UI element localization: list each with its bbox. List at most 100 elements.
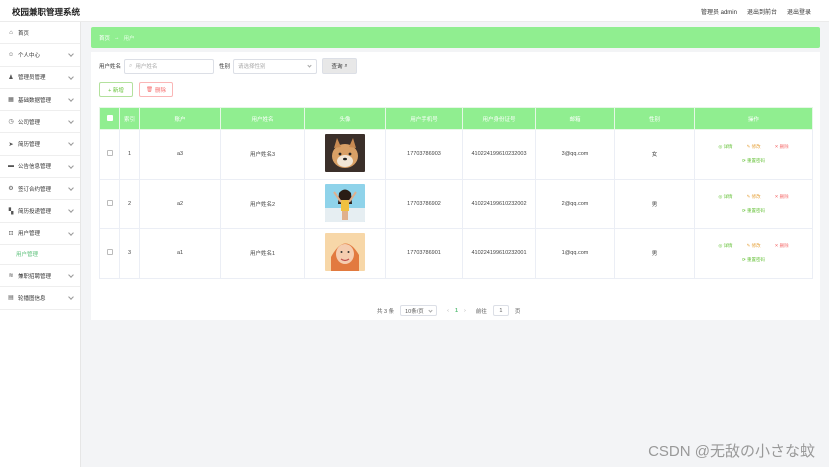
top-bar: 校园兼职管理系统 管理员 admin 退出到前台 退出登录 bbox=[0, 0, 829, 22]
column-header: 操作 bbox=[694, 107, 813, 130]
delete-button[interactable]: 🗑 删除 bbox=[139, 82, 173, 97]
reset-password-button[interactable]: ⟳ 重置密码 bbox=[742, 208, 765, 214]
edit-button[interactable]: ✎ 修改 bbox=[747, 144, 761, 150]
cell-gender: 男 bbox=[614, 228, 695, 279]
action-buttons: + 新增 🗑 删除 bbox=[99, 82, 173, 97]
sidebar-item[interactable]: ⊡ 用户管理 bbox=[0, 223, 80, 245]
cell-avatar bbox=[304, 129, 386, 180]
prev-page-button[interactable]: ‹ bbox=[447, 308, 449, 314]
sidebar-item-label: 兼职招聘管理 bbox=[18, 273, 52, 280]
sidebar-subitem-active[interactable]: 用户管理 bbox=[0, 245, 80, 265]
column-header: 用户姓名 bbox=[220, 107, 305, 130]
search-button[interactable]: 查询 ⌕ bbox=[322, 58, 358, 74]
detail-button[interactable]: ◎ 详情 bbox=[718, 243, 732, 249]
sidebar-item-label: 简历管理 bbox=[18, 142, 41, 149]
search-icon: ⌕ bbox=[344, 62, 348, 69]
sidebar-item-label: 首页 bbox=[18, 30, 30, 37]
detail-button-label: 详情 bbox=[723, 144, 733, 150]
sidebar-item[interactable]: ≋ 兼职招聘管理 bbox=[0, 265, 80, 288]
sidebar-item[interactable]: ☺ 个人中心 bbox=[0, 44, 80, 67]
remove-button[interactable]: ✕ 删除 bbox=[775, 194, 789, 200]
sidebar-item-label: 个人中心 bbox=[18, 52, 41, 59]
sidebar-item[interactable]: ♟ 管理员管理 bbox=[0, 67, 80, 89]
gender-select[interactable]: 请选择性别 bbox=[233, 58, 318, 74]
table-header-row: 索引 账户 用户姓名 头像 用户手机号 用户身份证号 邮箱 性别 操作 bbox=[99, 107, 813, 130]
sidebar-item-label: 简历投递管理 bbox=[18, 209, 52, 216]
search-button-label: 查询 bbox=[331, 64, 343, 70]
sidebar-item[interactable]: ▬ 公告信息管理 bbox=[0, 156, 80, 179]
notice-icon: ▬ bbox=[8, 163, 14, 170]
checkbox-icon bbox=[106, 249, 113, 256]
column-header: 性别 bbox=[614, 107, 695, 130]
edit-button-label: 修改 bbox=[751, 193, 761, 199]
grid-icon: ▚ bbox=[8, 208, 14, 215]
edit-button-label: 修改 bbox=[751, 243, 761, 249]
page-size-select[interactable]: 10条/页 bbox=[400, 305, 438, 316]
database-icon: ▦ bbox=[8, 97, 14, 104]
breadcrumb-home[interactable]: 首页 bbox=[99, 34, 110, 42]
cell-account: a2 bbox=[139, 178, 221, 229]
name-search-input[interactable]: ⌕ 用户姓名 bbox=[124, 58, 215, 74]
goto-page-value: 1 bbox=[499, 307, 503, 314]
next-page-button[interactable]: › bbox=[464, 308, 466, 314]
goto-unit: 页 bbox=[514, 308, 521, 315]
cell-phone: 17703786901 bbox=[385, 228, 463, 279]
cell-avatar bbox=[304, 228, 386, 279]
sidebar-item[interactable]: ◷ 公司管理 bbox=[0, 111, 80, 134]
sidebar-item[interactable]: ▦ 基础数据管理 bbox=[0, 89, 80, 112]
content-panel: 用户姓名 ⌕ 用户姓名 性别 请选择性别 查询 ⌕ + 新增 🗑 删除 索引 账… bbox=[91, 52, 820, 320]
cell-operations: ◎ 详情 ✎ 修改 ✕ 删除 ⟳ 重置密码 bbox=[694, 129, 813, 180]
reset-password-button-label: 重置密码 bbox=[747, 257, 766, 263]
detail-button[interactable]: ◎ 详情 bbox=[718, 144, 732, 150]
chevron-down-icon bbox=[68, 272, 74, 278]
sidebar-item[interactable]: ▚ 简历投递管理 bbox=[0, 200, 80, 223]
remove-button-label: 删除 bbox=[779, 144, 789, 150]
row-checkbox[interactable] bbox=[99, 228, 120, 279]
sidebar-item[interactable]: ▤ 轮播图信息 bbox=[0, 287, 80, 310]
reset-password-button[interactable]: ⟳ 重置密码 bbox=[742, 158, 765, 164]
chevron-down-icon bbox=[68, 162, 74, 169]
column-header: 邮箱 bbox=[535, 107, 615, 130]
sidebar-item-label: 公司管理 bbox=[18, 119, 41, 126]
sidebar-item[interactable]: ⌂ 首页 bbox=[0, 22, 80, 45]
checkbox-icon bbox=[106, 150, 113, 157]
logout-link[interactable]: 退出登录 bbox=[787, 7, 811, 16]
name-label: 用户姓名 bbox=[99, 64, 122, 70]
sidebar: ⌂ 首页 ☺ 个人中心 ♟ 管理员管理 ▦ 基础数据管理 ◷ 公司管理 ➤ 简历管理 ▬ 公告信息管理 ⚙ 签… bbox=[0, 22, 81, 467]
home-icon: ⌂ bbox=[9, 29, 13, 36]
goto-page-input[interactable]: 1 bbox=[492, 305, 509, 316]
cell-name: 用户姓名3 bbox=[220, 129, 305, 180]
sidebar-item-label: 用户管理 bbox=[18, 231, 41, 238]
select-all-checkbox[interactable] bbox=[99, 107, 120, 130]
cell-name: 用户姓名1 bbox=[220, 228, 305, 279]
sidebar-item-label: 公告信息管理 bbox=[18, 164, 52, 171]
cell-name: 用户姓名2 bbox=[220, 178, 305, 229]
company-icon: ◷ bbox=[8, 119, 14, 126]
remove-button[interactable]: ✕ 删除 bbox=[775, 144, 789, 150]
user-icon: ☺ bbox=[7, 51, 15, 58]
back-to-front-link[interactable]: 退出到前台 bbox=[747, 7, 777, 16]
chevron-down-icon bbox=[68, 229, 74, 236]
sidebar-item[interactable]: ➤ 简历管理 bbox=[0, 133, 80, 156]
edit-button[interactable]: ✎ 修改 bbox=[747, 243, 761, 249]
page-number-current[interactable]: 1 bbox=[455, 308, 458, 314]
sidebar-item[interactable]: ⚙ 签订合约管理 bbox=[0, 178, 80, 201]
cell-operations: ◎ 详情 ✎ 修改 ✕ 删除 ⟳ 重置密码 bbox=[694, 178, 813, 229]
detail-button-label: 详情 bbox=[723, 193, 733, 199]
sidebar-item-label: 管理员管理 bbox=[18, 75, 46, 82]
lock-icon: ⊡ bbox=[8, 230, 14, 237]
row-checkbox[interactable] bbox=[99, 178, 120, 229]
gender-placeholder: 请选择性别 bbox=[238, 64, 266, 70]
breadcrumb-current: 用户 bbox=[123, 35, 135, 42]
edit-button[interactable]: ✎ 修改 bbox=[747, 194, 761, 200]
cell-idcard: 410224199610232003 bbox=[462, 129, 536, 180]
remove-button[interactable]: ✕ 删除 bbox=[775, 243, 789, 249]
add-button[interactable]: + 新增 bbox=[99, 82, 133, 97]
avatar-image bbox=[325, 183, 365, 222]
reset-password-button[interactable]: ⟳ 重置密码 bbox=[742, 257, 765, 263]
detail-button[interactable]: ◎ 详情 bbox=[718, 194, 732, 200]
cell-avatar bbox=[304, 178, 386, 229]
table-row: 3 a1 用户姓名1 17703786901 410224199610232001 1@q… bbox=[99, 228, 813, 279]
admin-icon: ♟ bbox=[8, 74, 14, 81]
row-checkbox[interactable] bbox=[99, 129, 120, 180]
